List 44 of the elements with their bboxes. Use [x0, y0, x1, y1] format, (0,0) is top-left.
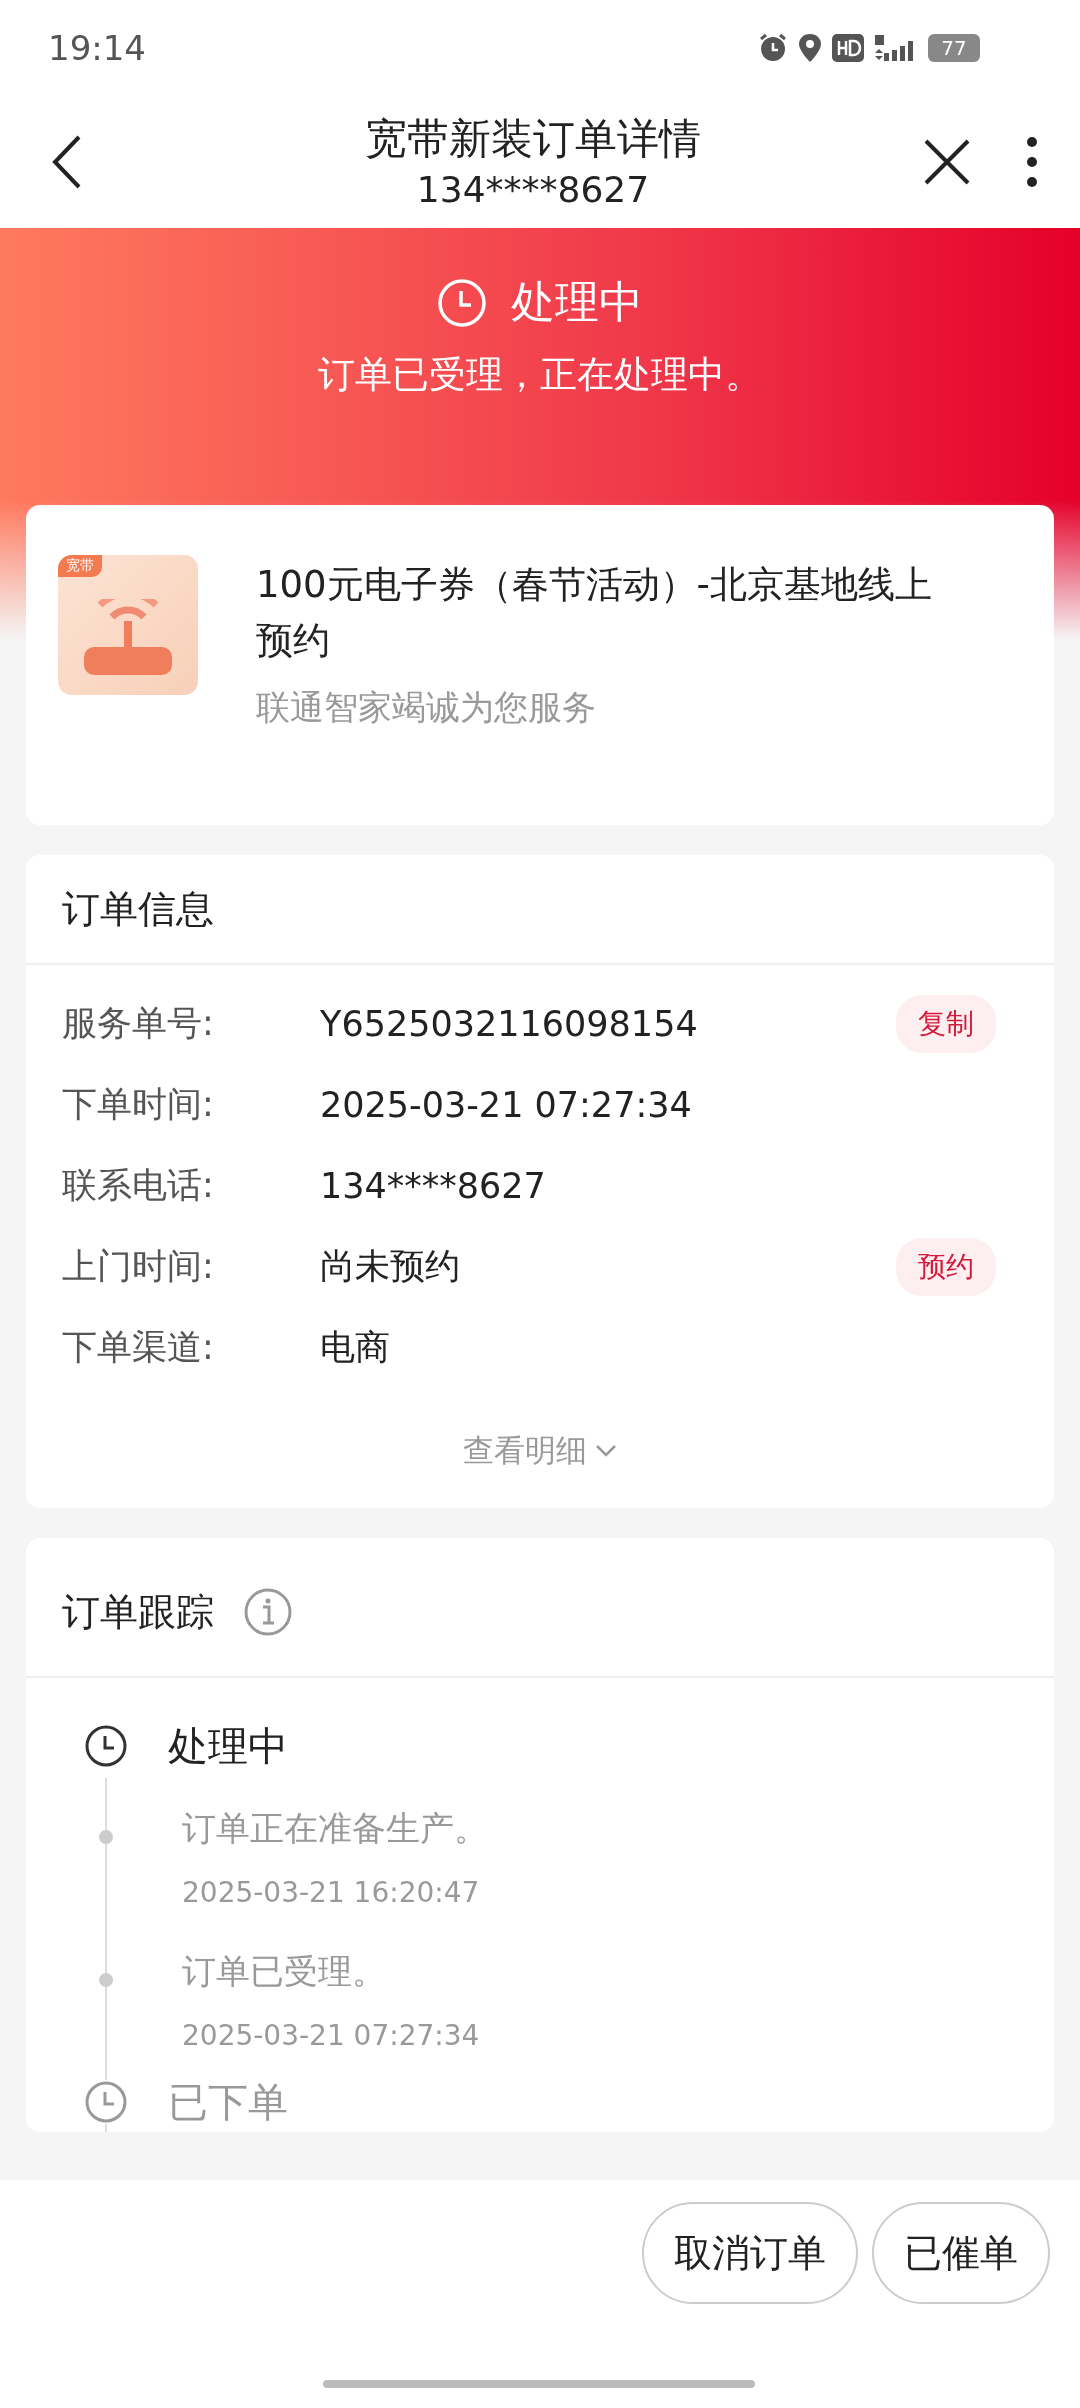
field-label: 下单时间:	[62, 1083, 215, 1126]
clock-icon	[437, 277, 487, 328]
field-value: 2025-03-21 07:27:34	[320, 1084, 693, 1125]
status-title: 处理中	[511, 275, 643, 329]
action-button[interactable]: 已催单	[872, 2202, 1050, 2304]
event-text: 订单正在准备生产。	[182, 1807, 489, 1850]
location-icon	[798, 33, 822, 63]
section-title: 订单信息	[62, 885, 214, 933]
view-details-link[interactable]: 查看明细	[26, 1430, 1054, 1472]
event-time: 2025-03-21 07:27:34	[182, 2019, 481, 2052]
action-button[interactable]: 取消订单	[642, 2202, 858, 2304]
product-name: 100元电子券（春节活动）-北京基地线上预约	[256, 562, 933, 664]
router-icon	[82, 599, 174, 677]
back-icon[interactable]	[52, 135, 82, 189]
info-icon[interactable]	[244, 1588, 292, 1636]
field-label: 联系电话:	[62, 1164, 215, 1207]
action-chip[interactable]: 预约	[896, 1237, 996, 1296]
section-title: 订单跟踪	[62, 1588, 214, 1636]
event-time: 2025-03-21 16:20:47	[182, 1876, 481, 1909]
page-subtitle: 134****8627	[416, 168, 650, 212]
hd-icon	[832, 34, 864, 62]
alarm-icon	[758, 33, 788, 63]
action-chip[interactable]: 复制	[896, 994, 996, 1053]
timeline-dot	[99, 1830, 113, 1844]
stage-title: 已下单	[168, 2077, 288, 2127]
field-label: 下单渠道:	[62, 1326, 215, 1369]
timeline-dot	[99, 1973, 113, 1987]
status-time: 19:14	[48, 28, 146, 68]
close-icon[interactable]	[924, 139, 970, 185]
status-message: 订单已受理，正在处理中。	[318, 352, 762, 398]
field-label: 服务单号:	[62, 1002, 215, 1045]
event-text: 订单已受理。	[182, 1950, 387, 1993]
field-value: 电商	[320, 1326, 391, 1369]
more-icon[interactable]	[1026, 136, 1038, 188]
field-value: 尚未预约	[320, 1245, 461, 1288]
field-value: 134****8627	[320, 1165, 547, 1206]
stage-title: 处理中	[168, 1721, 288, 1771]
product-slogan: 联通智家竭诚为您服务	[256, 686, 597, 729]
field-label: 上门时间:	[62, 1245, 215, 1288]
chevron-down-icon	[595, 1444, 617, 1458]
category-badge: 宽带	[58, 555, 102, 577]
page-title: 宽带新装订单详情	[365, 113, 701, 165]
field-value: Y6525032116098154	[320, 1003, 699, 1044]
battery-icon: 77	[928, 34, 980, 62]
